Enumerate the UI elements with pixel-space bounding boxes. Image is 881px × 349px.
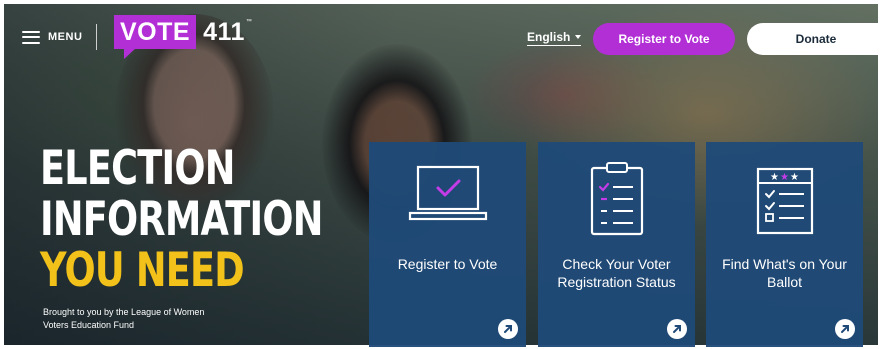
donate-button[interactable]: Donate [747, 23, 881, 55]
ballot-icon: ★ ★ ★ [756, 167, 813, 235]
card-title: Check Your Voter Registration Status [557, 256, 676, 290]
headline-line-1: ELECTION [40, 141, 235, 196]
card-find-ballot[interactable]: ★ ★ ★ Find What's on Your Ballot [706, 142, 863, 347]
svg-text:★: ★ [770, 172, 779, 183]
language-selector[interactable]: English [527, 30, 582, 46]
card-register-to-vote[interactable]: Register to Vote [369, 142, 526, 347]
card-check-registration[interactable]: Check Your Voter Registration Status [538, 142, 695, 347]
vote411-logo[interactable]: VOTE 411 ™ [114, 15, 252, 59]
svg-text:★: ★ [790, 172, 799, 183]
arrow-up-right-icon [498, 319, 518, 339]
hamburger-icon [22, 30, 40, 44]
logo-411-text: 411 [203, 18, 245, 46]
card-title: Find What's on Your Ballot [722, 256, 847, 290]
logo-vote-text: VOTE [120, 18, 191, 46]
header-divider [96, 24, 97, 50]
laptop-checkmark-icon [408, 165, 487, 221]
arrow-up-right-icon [835, 319, 855, 339]
arrow-up-right-icon [667, 319, 687, 339]
menu-label: MENU [48, 31, 83, 43]
logo-speech-tail [124, 48, 136, 59]
logo-trademark: ™ [245, 19, 252, 25]
caret-down-icon [575, 35, 582, 39]
headline-line-3: YOU NEED [40, 243, 245, 298]
svg-text:★: ★ [780, 172, 789, 183]
headline-line-2: INFORMATION [40, 192, 323, 247]
logo-vote-badge: VOTE [114, 15, 197, 59]
register-to-vote-button[interactable]: Register to Vote [593, 23, 735, 55]
clipboard-checklist-icon [590, 162, 643, 236]
card-title: Register to Vote [397, 256, 498, 272]
hero-headline: ELECTION INFORMATION YOU NEED [40, 143, 323, 296]
menu-button[interactable]: MENU [22, 27, 82, 47]
hero-tagline: Brought to you by the League of Women Vo… [43, 307, 205, 330]
language-label: English [527, 30, 571, 44]
